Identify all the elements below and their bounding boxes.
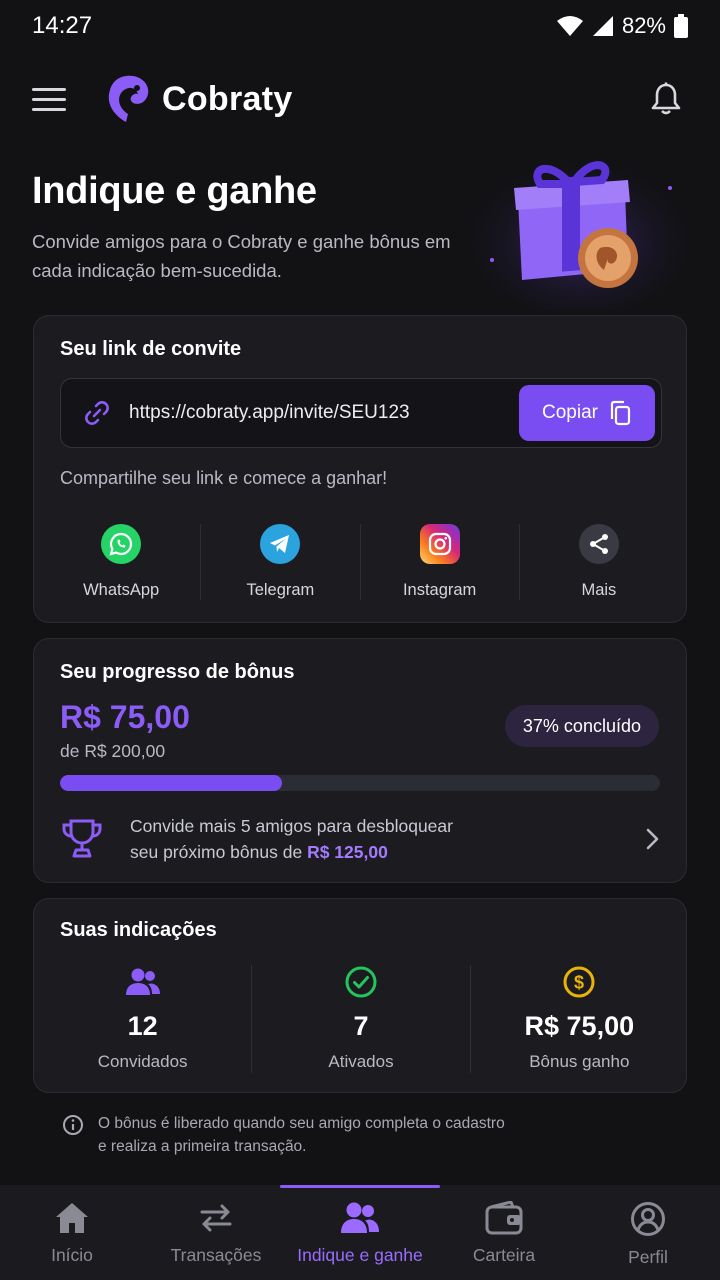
referral-stats: 12 Convidados 7 Ativados $ R$ 75,00 Bônu… [34, 965, 688, 1073]
svg-text:$: $ [574, 973, 584, 993]
share-whatsapp[interactable]: WhatsApp [42, 524, 202, 600]
invite-card-title: Seu link de convite [60, 338, 242, 360]
share-instagram[interactable]: Instagram [361, 524, 520, 600]
bonus-progress-card: Seu progresso de bônus R$ 75,00 de R$ 20… [33, 638, 687, 883]
check-circle-icon [344, 965, 378, 999]
bell-icon[interactable] [644, 77, 688, 121]
notice-text-line2: e realiza a primeira transação. [98, 1138, 307, 1155]
share-icon [578, 524, 619, 564]
progress-bar [60, 775, 660, 791]
nav-transactions-label: Transações [170, 1245, 262, 1265]
page-title: Indique e ganhe [32, 170, 317, 212]
copy-button[interactable]: Copiar [519, 385, 655, 441]
progress-target: de R$ 200,00 [60, 741, 166, 761]
dollar-coin-icon: $ [562, 965, 596, 999]
invite-link-box[interactable]: https://cobraty.app/invite/SEU123 Copiar [60, 378, 662, 448]
copy-button-label: Copiar [542, 402, 598, 423]
stat-invited: 12 Convidados [34, 965, 253, 1073]
nav-home-label: Início [51, 1245, 93, 1265]
nav-transactions[interactable]: Transações [144, 1185, 288, 1280]
home-icon [56, 1203, 88, 1233]
progress-amount: R$ 75,00 [60, 699, 190, 735]
status-bar: 14:27 82% [0, 0, 720, 52]
stat-invited-label: Convidados [97, 1052, 188, 1071]
profile-icon [631, 1202, 665, 1236]
brand-name: Cobraty [162, 79, 293, 118]
stat-bonus-earned: $ R$ 75,00 Bônus ganho [471, 965, 688, 1073]
stat-activated-label: Ativados [328, 1052, 394, 1071]
wifi-icon [556, 16, 583, 36]
copy-icon [610, 400, 631, 426]
nav-profile[interactable]: Perfil [576, 1185, 720, 1280]
next-bonus-text: Convide mais 5 amigos para desbloquear s… [130, 813, 550, 865]
share-hint: Compartilhe seu link e comece a ganhar! [60, 468, 388, 488]
next-bonus-amount: R$ 125,00 [307, 842, 388, 862]
signal-icon [592, 16, 613, 36]
brand: Cobraty [106, 74, 293, 124]
share-whatsapp-label: WhatsApp [83, 581, 160, 599]
hero: Indique e ganhe Convide amigos para o Co… [32, 170, 472, 285]
page-subtitle: Convide amigos para o Cobraty e ganhe bô… [32, 231, 451, 281]
share-options: WhatsApp Telegram Instagram Mais [42, 524, 678, 604]
chevron-right-icon [646, 828, 659, 850]
instagram-icon [419, 524, 460, 564]
share-more-label: Mais [581, 581, 617, 599]
nav-home[interactable]: Início [0, 1185, 144, 1280]
cobra-logo-icon [108, 75, 149, 122]
next-bonus-text-line2: seu próximo bônus de [130, 842, 303, 862]
nav-wallet[interactable]: Carteira [432, 1185, 576, 1280]
invite-card: Seu link de convite https://cobraty.app/… [33, 315, 687, 623]
next-bonus-text-line1: Convide mais 5 amigos para desbloquear [130, 816, 453, 836]
stat-bonus-value: R$ 75,00 [524, 1011, 635, 1041]
app-header: Cobraty [0, 60, 720, 138]
telegram-icon [260, 524, 301, 564]
invite-link-text: https://cobraty.app/invite/SEU123 [129, 402, 410, 423]
bottom-nav: Início Transações Indique e ganhe Cartei… [0, 1185, 720, 1280]
share-telegram[interactable]: Telegram [201, 524, 361, 600]
share-instagram-label: Instagram [402, 581, 477, 599]
stat-activated-value: 7 [353, 1011, 369, 1041]
trophy-icon [62, 819, 102, 858]
nav-refer-label: Indique e ganhe [297, 1245, 423, 1265]
users-icon [125, 965, 161, 999]
share-telegram-label: Telegram [246, 581, 315, 599]
nav-profile-label: Perfil [628, 1247, 668, 1267]
whatsapp-icon [101, 524, 142, 564]
share-more[interactable]: Mais [520, 524, 678, 600]
battery-percent: 82% [621, 13, 666, 38]
progress-bar-fill [60, 775, 282, 791]
next-bonus-row[interactable]: Convide mais 5 amigos para desbloquear s… [60, 813, 660, 865]
status-time: 14:27 [32, 12, 93, 39]
progress-percent-badge: 37% concluído [504, 705, 659, 747]
referrals-card: Suas indicações 12 Convidados 7 Ativados… [33, 898, 687, 1093]
wallet-icon [485, 1201, 523, 1235]
notice-text-line1: O bônus é liberado quando seu amigo comp… [98, 1115, 505, 1132]
stat-invited-value: 12 [127, 1011, 158, 1041]
link-icon [85, 401, 109, 425]
gift-illustration [470, 140, 700, 315]
info-icon [63, 1115, 83, 1135]
stat-activated: 7 Ativados [252, 965, 471, 1073]
users-icon [341, 1202, 379, 1233]
battery-icon [674, 14, 688, 38]
progress-card-title: Seu progresso de bônus [60, 661, 295, 683]
nav-active-indicator [280, 1185, 440, 1188]
nav-wallet-label: Carteira [472, 1245, 536, 1265]
hamburger-icon[interactable] [32, 79, 72, 119]
notice-text: O bônus é liberado quando seu amigo comp… [98, 1112, 505, 1158]
status-indicators: 82% [556, 13, 688, 39]
nav-refer[interactable]: Indique e ganhe [280, 1185, 440, 1280]
stat-bonus-label: Bônus ganho [529, 1052, 630, 1071]
bonus-notice: O bônus é liberado quando seu amigo comp… [62, 1112, 662, 1158]
referrals-card-title: Suas indicações [60, 919, 217, 941]
transfer-icon [200, 1204, 232, 1232]
